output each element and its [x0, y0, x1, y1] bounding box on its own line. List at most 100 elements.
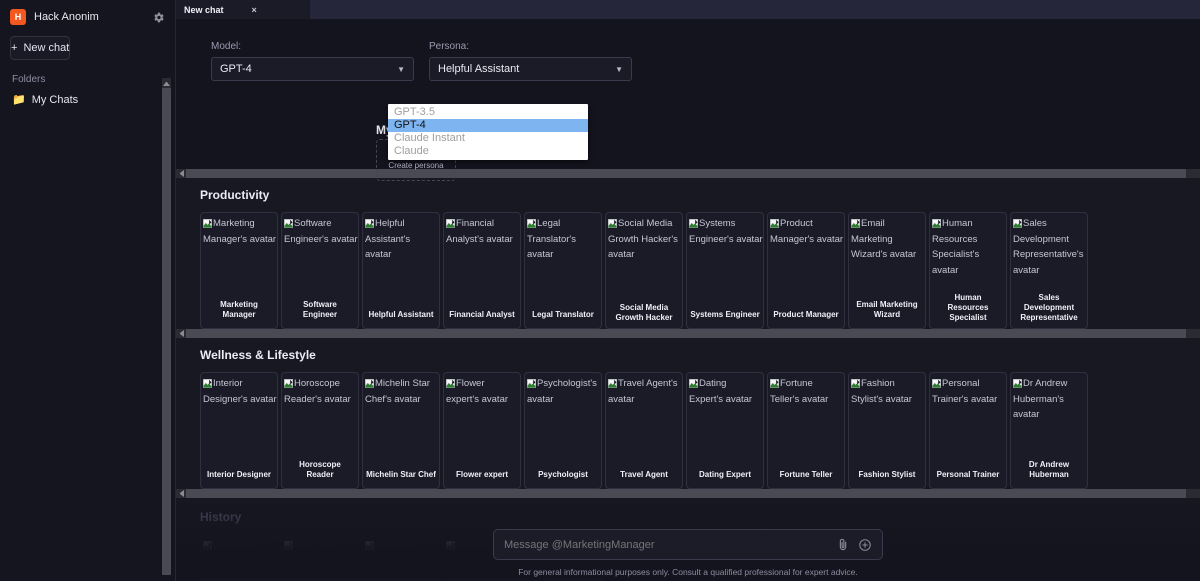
persona-card-name: Helpful Assistant: [368, 310, 434, 319]
productivity-hscrollbar[interactable]: [176, 329, 1200, 338]
persona-avatar-alt: Systems Engineer's avatar: [689, 218, 763, 245]
persona-card-name: Psychologist: [538, 470, 588, 479]
persona-card-name: Human Resources Specialist: [947, 293, 989, 322]
persona-avatar-alt: Email Marketing Wizard's avatar: [851, 218, 917, 260]
persona-card-name: Dr Andrew Huberman: [1028, 460, 1070, 479]
persona-card-name: Software Engineer: [302, 300, 338, 319]
app-logo: H: [10, 9, 26, 25]
broken-image-icon: [365, 379, 374, 388]
broken-image-icon: [446, 219, 455, 228]
scroll-left-arrow-icon[interactable]: [177, 170, 184, 177]
persona-card-name: Interior Designer: [206, 470, 271, 479]
persona-select[interactable]: Helpful Assistant ▼: [429, 57, 632, 81]
gear-icon[interactable]: [152, 11, 165, 24]
persona-card[interactable]: Marketing Manager's avatar Marketing Mana…: [200, 212, 278, 329]
persona-card-name: Fortune Teller: [779, 470, 833, 479]
persona-card[interactable]: Dr Andrew Huberman's avatar Dr Andrew Hub…: [1010, 372, 1088, 489]
chevron-down-icon: ▼: [615, 64, 623, 74]
broken-image-icon: [284, 219, 293, 228]
productivity-scroll-thumb[interactable]: [186, 329, 1186, 338]
persona-card[interactable]: Legal Translator's avatar Legal Translato…: [524, 212, 602, 329]
scroll-left-arrow-icon[interactable]: [177, 490, 184, 497]
persona-avatar-alt: Personal Trainer's avatar: [932, 378, 998, 405]
sidebar-scroll-thumb[interactable]: [162, 88, 171, 575]
persona-avatar-alt: Financial Analyst's avatar: [446, 218, 513, 245]
persona-card-name: Marketing Manager: [220, 300, 258, 319]
model-option-gpt35[interactable]: GPT-3.5: [388, 106, 588, 119]
persona-card[interactable]: Interior Designer's avatar Interior Desig…: [200, 372, 278, 489]
model-select[interactable]: GPT-4 ▼: [211, 57, 414, 81]
persona-card[interactable]: Travel Agent's avatar Travel Agent: [605, 372, 683, 489]
close-icon[interactable]: ×: [252, 5, 257, 15]
broken-image-icon: [527, 379, 536, 388]
persona-card[interactable]: Human Resources Specialist's avatar Human…: [929, 212, 1007, 329]
persona-card[interactable]: Fortune Teller's avatar Fortune Teller: [767, 372, 845, 489]
sidebar-folder-my-chats[interactable]: 📁 My Chats: [12, 93, 175, 107]
persona-card[interactable]: Social Media Growth Hacker's avatar Socia…: [605, 212, 683, 329]
persona-card-name: Fashion Stylist: [858, 470, 916, 479]
selectors-row: Model: GPT-4 ▼ Persona: Helpful Assistan…: [176, 41, 1200, 81]
persona-card-name: Dating Expert: [698, 470, 751, 479]
personas-scroll-thumb[interactable]: [186, 169, 1186, 178]
sidebar-scrollbar[interactable]: [162, 78, 171, 575]
new-chat-button[interactable]: + New chat: [10, 36, 71, 60]
persona-avatar-alt: Marketing Manager's avatar: [203, 218, 277, 245]
plus-icon: +: [11, 42, 18, 54]
broken-image-icon: [932, 219, 941, 228]
message-composer[interactable]: [493, 529, 883, 560]
model-option-claude[interactable]: Claude: [388, 145, 588, 158]
persona-card[interactable]: Product Manager's avatar Product Manager: [767, 212, 845, 329]
persona-card[interactable]: Helpful Assistant's avatar Helpful Assist…: [362, 212, 440, 329]
plus-circle-icon[interactable]: [858, 538, 872, 552]
app-root: H Hack Anonim + New chat Folders 📁 My Ch…: [0, 0, 1200, 581]
persona-card[interactable]: Dating Expert's avatar Dating Expert: [686, 372, 764, 489]
persona-avatar-alt: Human Resources Specialist's avatar: [932, 218, 980, 276]
model-selected-value: GPT-4: [220, 63, 252, 75]
section-productivity: Productivity Marketing Manager's avatar M…: [176, 178, 1200, 329]
scroll-left-arrow-icon[interactable]: [177, 330, 184, 337]
persona-card[interactable]: Personal Trainer's avatar Personal Traine…: [929, 372, 1007, 489]
persona-card[interactable]: Financial Analyst's avatar Financial Anal…: [443, 212, 521, 329]
persona-avatar-alt: Legal Translator's avatar: [527, 218, 576, 260]
persona-card[interactable]: Software Engineer's avatar Software Engin…: [281, 212, 359, 329]
broken-image-icon: [851, 219, 860, 228]
broken-image-icon: [851, 379, 860, 388]
persona-card-name: Travel Agent: [620, 470, 668, 479]
new-chat-label: New chat: [23, 42, 70, 54]
persona-card-name: Flower expert: [455, 470, 508, 479]
tab-label: New chat: [184, 4, 224, 15]
paperclip-icon[interactable]: [836, 538, 850, 552]
persona-card[interactable]: Email Marketing Wizard's avatar Email Mar…: [848, 212, 926, 329]
persona-card[interactable]: Flower expert's avatar Flower expert: [443, 372, 521, 489]
persona-card[interactable]: Fashion Stylist's avatar Fashion Stylist: [848, 372, 926, 489]
broken-image-icon: [770, 219, 779, 228]
persona-avatar-alt: Psychologist's avatar: [527, 378, 597, 405]
broken-image-icon: [608, 219, 617, 228]
broken-image-icon: [932, 379, 941, 388]
persona-card[interactable]: Systems Engineer's avatar Systems Enginee…: [686, 212, 764, 329]
persona-card[interactable]: Psychologist's avatar Psychologist: [524, 372, 602, 489]
persona-avatar-alt: Sales Development Representative's avata…: [1013, 218, 1084, 276]
model-option-claude-instant[interactable]: Claude Instant: [388, 132, 588, 145]
model-dropdown-list[interactable]: GPT-3.5 GPT-4 Claude Instant Claude: [388, 104, 588, 160]
persona-card[interactable]: Michelin Star Chef's avatar Michelin Star…: [362, 372, 440, 489]
composer-disclaimer: For general informational purposes only.…: [518, 567, 858, 577]
wellness-scroll-thumb[interactable]: [186, 489, 1186, 498]
sidebar: H Hack Anonim + New chat Folders 📁 My Ch…: [0, 0, 176, 581]
persona-card[interactable]: Sales Development Representative's avata…: [1010, 212, 1088, 329]
tab-new-chat[interactable]: New chat ×: [176, 0, 310, 19]
folder-icon: 📁: [12, 94, 26, 106]
persona-avatar-alt: Helpful Assistant's avatar: [365, 218, 411, 260]
wellness-hscrollbar[interactable]: [176, 489, 1200, 498]
persona-card-name: Systems Engineer: [690, 310, 760, 319]
productivity-card-list: Marketing Manager's avatar Marketing Mana…: [200, 212, 1200, 329]
personas-hscrollbar[interactable]: [176, 169, 1200, 178]
persona-avatar-alt: Fortune Teller's avatar: [770, 378, 829, 405]
message-input[interactable]: [504, 538, 828, 551]
broken-image-icon: [689, 379, 698, 388]
model-field: Model: GPT-4 ▼: [211, 41, 414, 81]
model-option-gpt4[interactable]: GPT-4: [388, 119, 588, 132]
scroll-up-arrow-icon[interactable]: [163, 79, 170, 86]
broken-image-icon: [1013, 379, 1022, 388]
persona-card[interactable]: Horoscope Reader's avatar Horoscope Reade…: [281, 372, 359, 489]
